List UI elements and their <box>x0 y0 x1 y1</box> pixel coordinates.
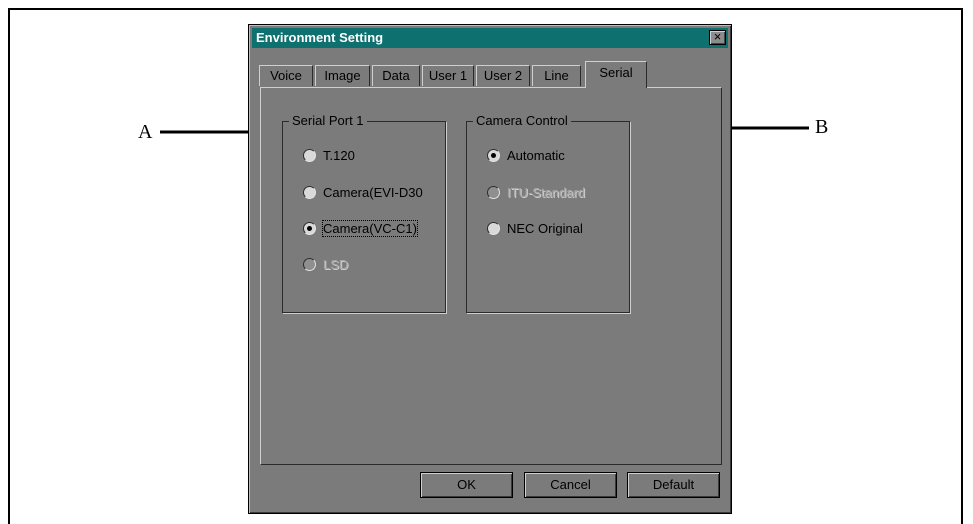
radio-button-icon <box>303 186 316 199</box>
camera-control-legend: Camera Control <box>473 113 571 128</box>
radio-nec-original[interactable]: NEC Original <box>487 221 583 237</box>
radio-button-selected-icon <box>487 149 500 162</box>
radio-button-icon <box>303 258 316 271</box>
radio-automatic[interactable]: Automatic <box>487 148 565 164</box>
radio-button-selected-icon <box>303 222 316 235</box>
radio-camera-evi-d30[interactable]: Camera(EVI-D30 <box>303 185 423 201</box>
ok-button[interactable]: OK <box>420 472 513 498</box>
serial-port-group: Serial Port 1 T.120 Camera(EVI-D30 Camer… <box>282 113 446 313</box>
radio-t120[interactable]: T.120 <box>303 148 355 164</box>
title-bar[interactable]: Environment Setting × <box>252 28 728 48</box>
radio-itu-standard[interactable]: ITU-Standard <box>487 185 585 201</box>
radio-lsd[interactable]: LSD <box>303 257 348 273</box>
environment-setting-dialog: Environment Setting × Voice Image Data U… <box>248 24 732 514</box>
default-button[interactable]: Default <box>627 472 720 498</box>
camera-control-group: Camera Control Automatic ITU-Standard NE… <box>466 113 630 313</box>
radio-button-icon <box>487 186 500 199</box>
tab-user-2[interactable]: User 2 <box>476 65 530 86</box>
cancel-button[interactable]: Cancel <box>524 472 617 498</box>
tab-serial[interactable]: Serial <box>585 61 647 88</box>
callout-b-label: B <box>815 116 829 138</box>
radio-camera-vc-c1[interactable]: Camera(VC-C1) <box>303 220 418 237</box>
serial-tab-panel: Serial Port 1 T.120 Camera(EVI-D30 Camer… <box>260 87 722 465</box>
radio-button-icon <box>487 222 500 235</box>
dialog-title: Environment Setting <box>256 30 384 45</box>
close-button[interactable]: × <box>709 30 726 45</box>
tab-image[interactable]: Image <box>315 65 370 86</box>
radio-button-icon <box>303 149 316 162</box>
tab-user-1[interactable]: User 1 <box>422 65 474 86</box>
tab-voice[interactable]: Voice <box>259 65 313 86</box>
tab-data[interactable]: Data <box>372 65 420 86</box>
tab-line[interactable]: Line <box>532 65 581 86</box>
callout-a-label: A <box>138 121 153 143</box>
serial-port-legend: Serial Port 1 <box>289 113 367 128</box>
